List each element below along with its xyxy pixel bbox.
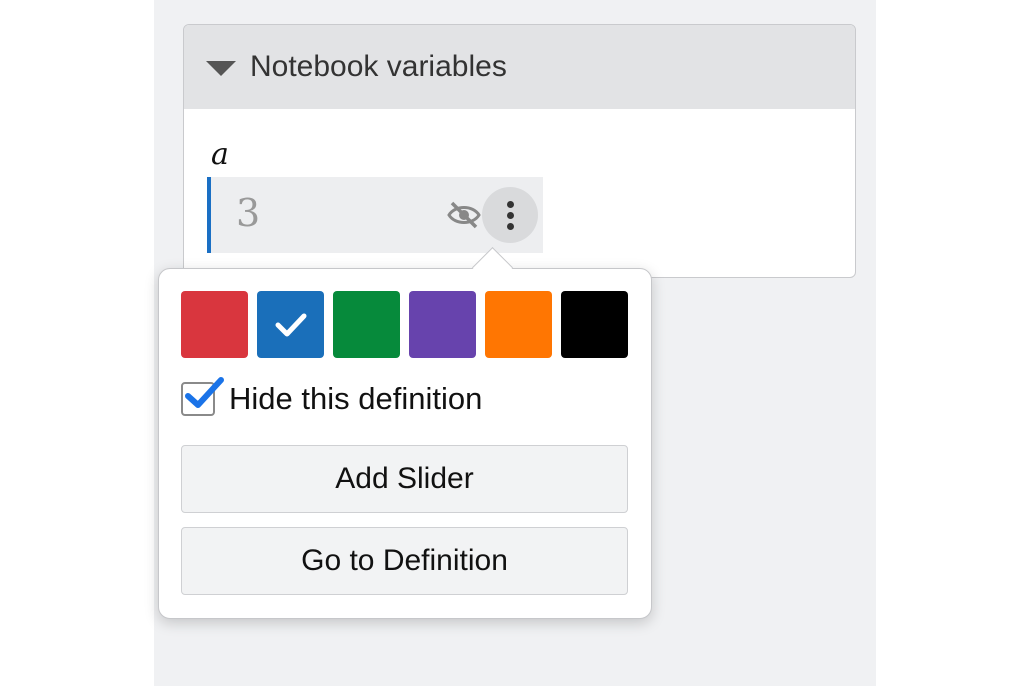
notebook-variables-header[interactable]: Notebook variables: [184, 25, 855, 109]
hide-definition-option[interactable]: Hide this definition: [181, 377, 483, 417]
color-swatch-red[interactable]: [181, 291, 248, 358]
more-options-button[interactable]: [482, 187, 538, 243]
checkmark-icon: [185, 377, 224, 408]
color-swatches: [181, 291, 628, 358]
section-title: Notebook variables: [250, 50, 507, 83]
add-slider-button[interactable]: Add Slider: [181, 445, 628, 513]
more-vertical-icon: [506, 200, 514, 230]
hide-definition-label: Hide this definition: [229, 381, 483, 416]
color-swatch-purple[interactable]: [409, 291, 476, 358]
color-swatch-black[interactable]: [561, 291, 628, 358]
notebook-variables-section: Notebook variables a 3: [183, 24, 856, 278]
caret-down-icon[interactable]: [206, 60, 236, 76]
go-to-definition-button[interactable]: Go to Definition: [181, 527, 628, 595]
variable-value[interactable]: 3: [236, 191, 260, 235]
eye-slash-icon[interactable]: [446, 197, 482, 233]
color-swatch-blue[interactable]: [257, 291, 324, 358]
color-swatch-green[interactable]: [333, 291, 400, 358]
color-swatch-orange[interactable]: [485, 291, 552, 358]
hide-definition-checkbox[interactable]: [181, 377, 224, 416]
definition-options-popover: Hide this definition Add Slider Go to De…: [158, 268, 652, 619]
variable-name: a: [211, 137, 229, 172]
checkmark-icon: [275, 313, 306, 336]
variable-definition-row[interactable]: 3: [207, 177, 543, 253]
